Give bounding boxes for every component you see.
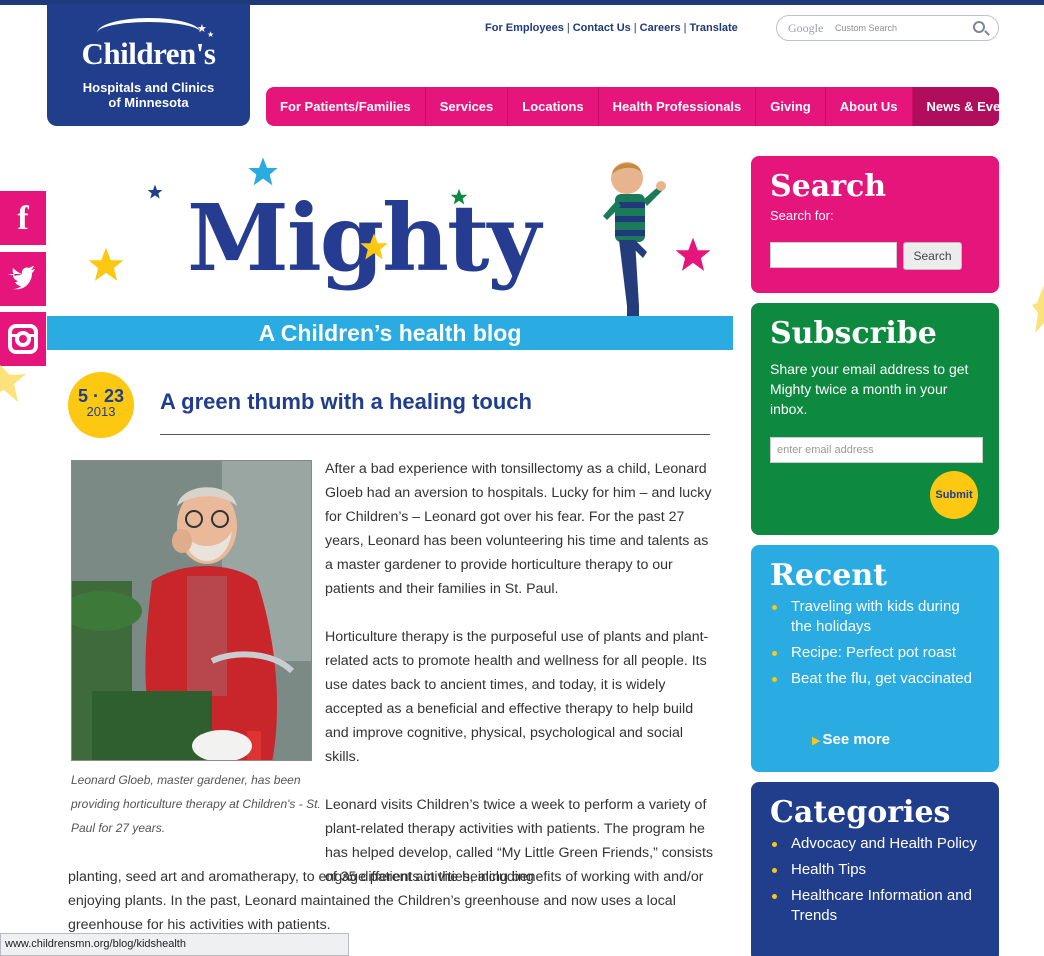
site-logo[interactable]: ★ ★ Children's Hospitals and Clinics of … bbox=[47, 4, 250, 126]
subscribe-text: Share your email address to get Mighty t… bbox=[770, 361, 969, 417]
separator: | bbox=[566, 22, 570, 34]
sidebar-recent: Recent Traveling with kids during the ho… bbox=[751, 545, 999, 772]
star-icon bbox=[147, 184, 163, 199]
nav-item-news-events[interactable]: News & Events bbox=[912, 87, 999, 126]
sidebar-categories: Categories Advocacy and Health Policy He… bbox=[751, 782, 999, 956]
main-nav: For Patients/Families Services Locations… bbox=[266, 87, 999, 126]
category-item[interactable]: Advocacy and Health Policy bbox=[770, 834, 980, 854]
category-item[interactable]: Healthcare Information and Trends bbox=[770, 886, 980, 926]
nav-item-giving[interactable]: Giving bbox=[756, 87, 826, 126]
logo-name: Children's bbox=[81, 36, 216, 71]
utility-links: For Employees | Contact Us | Careers | Transla… bbox=[485, 22, 738, 34]
see-more-link[interactable]: ▶ See more bbox=[812, 731, 890, 748]
category-item[interactable]: Health Tips bbox=[770, 860, 980, 880]
star-icon bbox=[88, 247, 124, 281]
sidebar-search: Search Search for: Search bbox=[751, 156, 999, 293]
post-paragraph: planting, seed art and aromatherapy, to … bbox=[68, 869, 704, 933]
nav-item-patients-families[interactable]: For Patients/Families bbox=[266, 87, 426, 126]
link-contact-us[interactable]: Contact Us bbox=[573, 22, 631, 34]
categories-list: Advocacy and Health Policy Health Tips H… bbox=[770, 834, 980, 926]
star-icon bbox=[360, 233, 388, 260]
email-field[interactable]: enter email address bbox=[770, 437, 983, 463]
star-decoration-icon bbox=[1032, 285, 1044, 340]
separator: | bbox=[683, 22, 687, 34]
sidebar-subscribe: Subscribe Share your email address to ge… bbox=[751, 303, 999, 535]
post-paragraph: Horticulture therapy is the purposeful u… bbox=[325, 629, 709, 765]
search-button[interactable]: Search bbox=[903, 242, 962, 270]
title-divider bbox=[160, 434, 710, 435]
post-photo bbox=[71, 460, 312, 761]
sidebar-recent-title: Recent bbox=[770, 558, 888, 593]
post-date-badge: 5 · 23 2013 bbox=[68, 372, 134, 438]
recent-item[interactable]: Traveling with kids during the holidays bbox=[770, 597, 980, 637]
recent-list: Traveling with kids during the holidays … bbox=[770, 597, 980, 689]
jumping-kid-image bbox=[603, 162, 666, 332]
nav-item-about-us[interactable]: About Us bbox=[826, 87, 913, 126]
search-input[interactable] bbox=[770, 242, 897, 268]
link-translate[interactable]: Translate bbox=[689, 22, 737, 34]
post-title[interactable]: A green thumb with a healing touch bbox=[160, 389, 532, 415]
nav-item-locations[interactable]: Locations bbox=[508, 87, 599, 126]
link-careers[interactable]: Careers bbox=[640, 22, 681, 34]
facebook-icon[interactable]: f bbox=[0, 191, 46, 245]
instagram-icon[interactable] bbox=[0, 312, 46, 366]
nav-item-services[interactable]: Services bbox=[426, 87, 509, 126]
search-icon[interactable] bbox=[973, 21, 985, 33]
photo-caption: Leonard Gloeb, master gardener, has been… bbox=[71, 773, 321, 835]
sidebar-subscribe-title: Subscribe bbox=[770, 316, 937, 351]
star-decoration-icon bbox=[0, 360, 30, 410]
recent-item[interactable]: Beat the flu, get vaccinated bbox=[770, 669, 980, 689]
status-bar-url: www.childrensmn.org/blog/kidshealth bbox=[0, 933, 349, 956]
nav-item-health-professionals[interactable]: Health Professionals bbox=[599, 87, 757, 126]
google-search-input[interactable]: Google Custom Search bbox=[776, 15, 999, 41]
search-label: Search for: bbox=[770, 208, 834, 223]
post-year: 2013 bbox=[86, 404, 116, 419]
separator: | bbox=[633, 22, 637, 34]
recent-item[interactable]: Recipe: Perfect pot roast bbox=[770, 643, 980, 663]
blog-masthead: Mighty A Children’s health blog bbox=[47, 156, 733, 350]
star-icon bbox=[675, 237, 711, 271]
link-for-employees[interactable]: For Employees bbox=[485, 22, 564, 34]
logo-line-1: Hospitals and Clinics bbox=[82, 80, 215, 95]
sidebar-categories-title: Categories bbox=[770, 795, 951, 830]
logo-line-2: of Minnesota bbox=[108, 95, 189, 110]
logo-star-icon: ★ bbox=[197, 23, 207, 35]
search-placeholder: Custom Search bbox=[835, 23, 898, 33]
google-brand: Google bbox=[788, 21, 824, 35]
twitter-icon[interactable] bbox=[0, 252, 46, 306]
post-date: 5 · 23 bbox=[77, 386, 125, 406]
see-more-label: See more bbox=[822, 731, 891, 748]
blog-tagline: A Children’s health blog bbox=[47, 316, 733, 350]
sidebar-search-title: Search bbox=[770, 169, 887, 204]
submit-button[interactable]: Submit bbox=[930, 471, 978, 519]
triangle-right-icon: ▶ bbox=[812, 735, 821, 747]
post-paragraph: After a bad experience with tonsillectom… bbox=[325, 461, 712, 597]
